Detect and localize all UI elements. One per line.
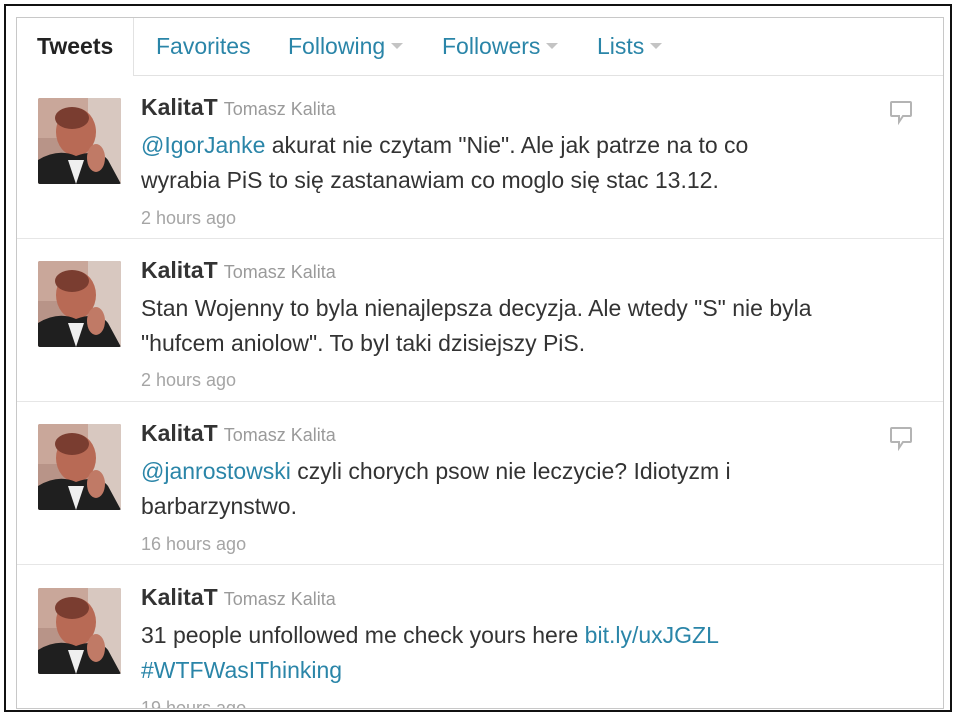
hashtag-link[interactable]: #WTFWasIThinking (141, 657, 342, 683)
tweet-text-line: #WTFWasIThinking (141, 653, 921, 688)
tab-favorites[interactable]: Favorites (156, 18, 251, 76)
timestamp-link[interactable]: 16 hours ago (141, 534, 246, 555)
tweet-header: KalitaT Tomasz Kalita (141, 420, 336, 447)
chevron-down-icon (650, 42, 663, 49)
timestamp-link[interactable]: 2 hours ago (141, 208, 236, 229)
avatar[interactable] (38, 588, 121, 674)
profile-timeline: Tweets Favorites Following Followers Lis… (16, 17, 944, 709)
tab-lists[interactable]: Lists (597, 18, 663, 76)
tweet-item: KalitaT Tomasz Kalita @IgorJanke akurat n… (17, 76, 943, 239)
tab-tweets-label: Tweets (37, 33, 114, 59)
avatar[interactable] (38, 261, 121, 347)
tweet-text: Stan Wojenny to byla nienajlepsza decyzj… (141, 291, 921, 361)
screen-name[interactable]: KalitaT (141, 94, 218, 120)
tab-favorites-label: Favorites (156, 33, 251, 59)
tab-followers[interactable]: Followers (442, 18, 559, 76)
full-name: Tomasz Kalita (223, 425, 336, 445)
tweet-text-line: "hufcem aniolow". To byl taki dzisiejszy… (141, 330, 586, 356)
avatar[interactable] (38, 424, 121, 510)
screenshot-frame: Tweets Favorites Following Followers Lis… (4, 4, 952, 712)
timestamp-link[interactable]: 2 hours ago (141, 370, 236, 391)
tweet-text-line: @janrostowski czyli chorych psow nie lec… (141, 454, 921, 489)
tab-lists-label: Lists (597, 33, 645, 59)
tab-tweets[interactable]: Tweets (17, 18, 134, 76)
reply-bubble-icon[interactable] (889, 426, 913, 452)
tweet-text-line: @IgorJanke akurat nie czytam "Nie". Ale … (141, 128, 921, 163)
tab-following-label: Following (288, 33, 386, 59)
profile-tabs: Tweets Favorites Following Followers Lis… (17, 18, 943, 76)
screen-name[interactable]: KalitaT (141, 420, 218, 446)
tweet-text: @janrostowski czyli chorych psow nie lec… (141, 454, 921, 524)
tweet-text-line: 31 people unfollowed me check yours here… (141, 618, 921, 653)
tweet-header: KalitaT Tomasz Kalita (141, 257, 336, 284)
chevron-down-icon (391, 42, 404, 49)
tweet-item: KalitaT Tomasz Kalita 31 people unfollowe… (17, 566, 943, 708)
tweet-header: KalitaT Tomasz Kalita (141, 94, 336, 121)
tweet-text-fragment: akurat nie czytam "Nie". Ale jak patrze … (265, 132, 749, 158)
url-link[interactable]: bit.ly/uxJGZL (585, 622, 719, 648)
tweet-text-fragment: czyli chorych psow nie leczycie? Idiotyz… (290, 458, 731, 484)
screen-name[interactable]: KalitaT (141, 257, 218, 283)
avatar[interactable] (38, 98, 121, 184)
mention-link[interactable]: @IgorJanke (141, 132, 265, 158)
tab-following[interactable]: Following (288, 18, 404, 76)
reply-bubble-icon[interactable] (889, 100, 913, 126)
tweet-header: KalitaT Tomasz Kalita (141, 584, 336, 611)
tweet-text: @IgorJanke akurat nie czytam "Nie". Ale … (141, 128, 921, 198)
tweet-item: KalitaT Tomasz Kalita @janrostowski czyli… (17, 402, 943, 565)
tweet-text-line: barbarzynstwo. (141, 493, 297, 519)
tab-followers-label: Followers (442, 33, 541, 59)
timestamp-link[interactable]: 19 hours ago (141, 698, 246, 708)
screen-name[interactable]: KalitaT (141, 584, 218, 610)
tweet-item: KalitaT Tomasz Kalita Stan Wojenny to byl… (17, 239, 943, 402)
mention-link[interactable]: @janrostowski (141, 458, 291, 484)
full-name: Tomasz Kalita (223, 99, 336, 119)
tweet-text: 31 people unfollowed me check yours here… (141, 618, 921, 688)
chevron-down-icon (546, 42, 559, 49)
full-name: Tomasz Kalita (223, 262, 336, 282)
tweet-text-line: Stan Wojenny to byla nienajlepsza decyzj… (141, 295, 812, 321)
tweet-text-fragment: 31 people unfollowed me check yours here (141, 622, 585, 648)
full-name: Tomasz Kalita (223, 589, 336, 609)
tweet-text-line: wyrabia PiS to się zastanawiam co moglo … (141, 167, 719, 193)
